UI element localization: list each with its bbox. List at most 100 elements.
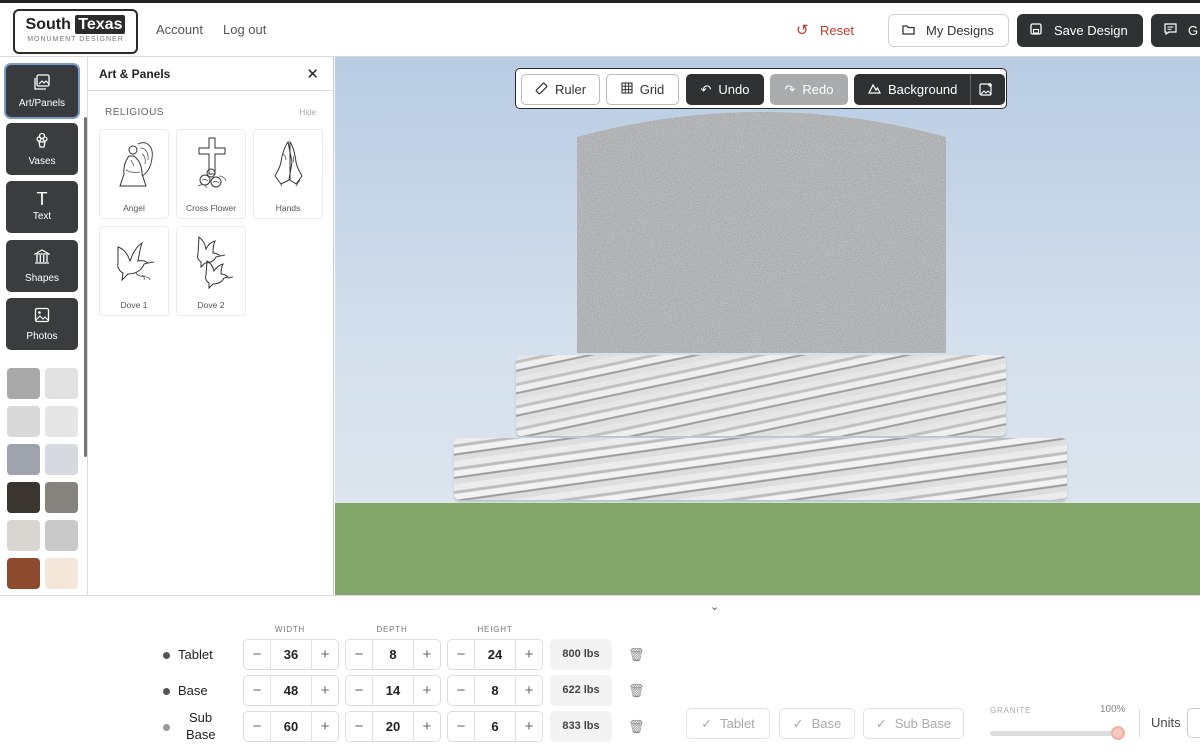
granite-swatch[interactable] <box>7 368 40 399</box>
tool-shapes[interactable]: Shapes <box>6 240 78 292</box>
stepper-value[interactable]: 24 <box>474 640 516 669</box>
image-upload-icon[interactable] <box>979 82 993 99</box>
base-depth-stepper[interactable]: −14 + <box>345 675 441 706</box>
art-item-angel[interactable]: Angel <box>99 129 169 219</box>
toggle-sub-base[interactable]: ✓ Sub Base <box>863 708 964 739</box>
check-icon: ✓ <box>701 715 713 731</box>
toggle-tablet[interactable]: ✓ Tablet <box>686 708 770 739</box>
minus-icon[interactable]: − <box>346 712 372 741</box>
toggle-base[interactable]: ✓ Base <box>779 708 855 739</box>
granite-swatch[interactable] <box>45 520 78 551</box>
grid-icon <box>621 82 633 97</box>
trash-icon[interactable]: 🗑 <box>628 647 645 663</box>
stepper-value[interactable]: 8 <box>372 640 414 669</box>
granite-label: GRANITE <box>990 706 1032 715</box>
art-item-dove-1[interactable]: Dove 1 <box>99 226 169 316</box>
minus-icon[interactable]: − <box>244 676 270 705</box>
base-height-stepper[interactable]: −8 + <box>447 675 543 706</box>
art-item-cross-flower[interactable]: Cross Flower <box>176 129 246 219</box>
monument-base[interactable] <box>516 355 1006 436</box>
tool-vases[interactable]: Vases <box>6 123 78 175</box>
granite-swatch[interactable] <box>7 520 40 551</box>
reset-button[interactable]: ↺ Reset <box>796 21 854 39</box>
folder-icon <box>901 23 915 38</box>
stepper-value[interactable]: 6 <box>474 712 516 741</box>
base-width-stepper[interactable]: −48 + <box>243 675 339 706</box>
minus-icon[interactable]: − <box>346 640 372 669</box>
stepper-value[interactable]: 20 <box>372 712 414 741</box>
granite-swatch[interactable] <box>7 444 40 475</box>
separator <box>970 74 971 105</box>
minus-icon[interactable]: − <box>448 676 474 705</box>
account-link[interactable]: Account <box>156 22 203 37</box>
stepper-value[interactable]: 60 <box>270 712 312 741</box>
monument-sub-base[interactable] <box>454 438 1067 500</box>
stepper-value[interactable]: 8 <box>474 676 516 705</box>
toggle-label: Base <box>811 716 842 731</box>
my-designs-button[interactable]: My Designs <box>888 14 1009 47</box>
redo-button[interactable]: ↷ Redo <box>770 74 848 105</box>
minus-icon[interactable]: − <box>346 676 372 705</box>
granite-swatch[interactable] <box>45 482 78 513</box>
units-select[interactable] <box>1187 708 1200 738</box>
granite-swatch[interactable] <box>45 444 78 475</box>
chevron-down-icon[interactable]: ⌄ <box>710 600 719 613</box>
plus-icon[interactable]: + <box>516 676 542 705</box>
logo[interactable]: South Texas MONUMENT DESIGNER <box>13 9 138 54</box>
background-button[interactable]: Background <box>854 74 1005 105</box>
sidebar-scrollbar[interactable] <box>84 117 87 457</box>
art-item-hands[interactable]: Hands <box>253 129 323 219</box>
tool-art-panels[interactable]: Art/Panels <box>6 65 78 117</box>
minus-icon[interactable]: − <box>448 640 474 669</box>
subbase-height-stepper[interactable]: −6 + <box>447 711 543 742</box>
granite-slider-handle[interactable] <box>1111 726 1125 740</box>
granite-swatch[interactable] <box>7 558 40 589</box>
section-title: RELIGIOUS <box>105 107 164 118</box>
tool-text[interactable]: T Text <box>6 181 78 233</box>
save-design-button[interactable]: Save Design <box>1017 14 1143 47</box>
tablet-height-stepper[interactable]: −24 + <box>447 639 543 670</box>
plus-icon[interactable]: + <box>312 640 338 669</box>
plus-icon[interactable]: + <box>414 640 440 669</box>
subbase-depth-stepper[interactable]: −20 + <box>345 711 441 742</box>
grid-button[interactable]: Grid <box>606 74 679 105</box>
minus-icon[interactable]: − <box>244 640 270 669</box>
granite-swatch[interactable] <box>7 482 40 513</box>
trash-icon[interactable]: 🗑 <box>628 683 645 699</box>
stepper-value[interactable]: 48 <box>270 676 312 705</box>
plus-icon[interactable]: + <box>312 676 338 705</box>
minus-icon[interactable]: − <box>448 712 474 741</box>
plus-icon[interactable]: + <box>516 640 542 669</box>
undo-button[interactable]: ↶ Undo <box>686 74 764 105</box>
design-canvas[interactable]: Ruler Grid ↶ Undo ↷ Redo Background <box>335 57 1200 595</box>
grass-ground <box>335 503 1200 595</box>
grid-label: Grid <box>639 82 665 97</box>
row-dot <box>163 688 170 695</box>
stepper-value[interactable]: 36 <box>270 640 312 669</box>
art-label: Dove 1 <box>120 300 148 310</box>
granite-swatch[interactable] <box>45 406 78 437</box>
granite-slider[interactable] <box>990 731 1118 736</box>
tablet-depth-stepper[interactable]: −8 + <box>345 639 441 670</box>
monument-tablet[interactable] <box>577 109 946 353</box>
tablet-width-stepper[interactable]: −36 + <box>243 639 339 670</box>
get-quote-button[interactable]: G <box>1151 14 1200 47</box>
granite-swatch[interactable] <box>7 406 40 437</box>
trash-icon[interactable]: 🗑 <box>628 719 645 735</box>
tool-photos[interactable]: Photos <box>6 298 78 350</box>
plus-icon[interactable]: + <box>414 712 440 741</box>
minus-icon[interactable]: − <box>244 712 270 741</box>
granite-swatch[interactable] <box>45 558 78 589</box>
plus-icon[interactable]: + <box>414 676 440 705</box>
close-icon[interactable]: ✕ <box>306 65 319 83</box>
hide-link[interactable]: Hide <box>300 108 316 117</box>
logout-link[interactable]: Log out <box>223 22 266 37</box>
granite-swatch[interactable] <box>45 368 78 399</box>
stepper-value[interactable]: 14 <box>372 676 414 705</box>
plus-icon[interactable]: + <box>312 712 338 741</box>
art-panels-panel: Art & Panels ✕ RELIGIOUS Hide Angel Cros… <box>88 57 334 595</box>
ruler-button[interactable]: Ruler <box>521 74 600 105</box>
subbase-width-stepper[interactable]: −60 + <box>243 711 339 742</box>
art-item-dove-2[interactable]: Dove 2 <box>176 226 246 316</box>
plus-icon[interactable]: + <box>516 712 542 741</box>
